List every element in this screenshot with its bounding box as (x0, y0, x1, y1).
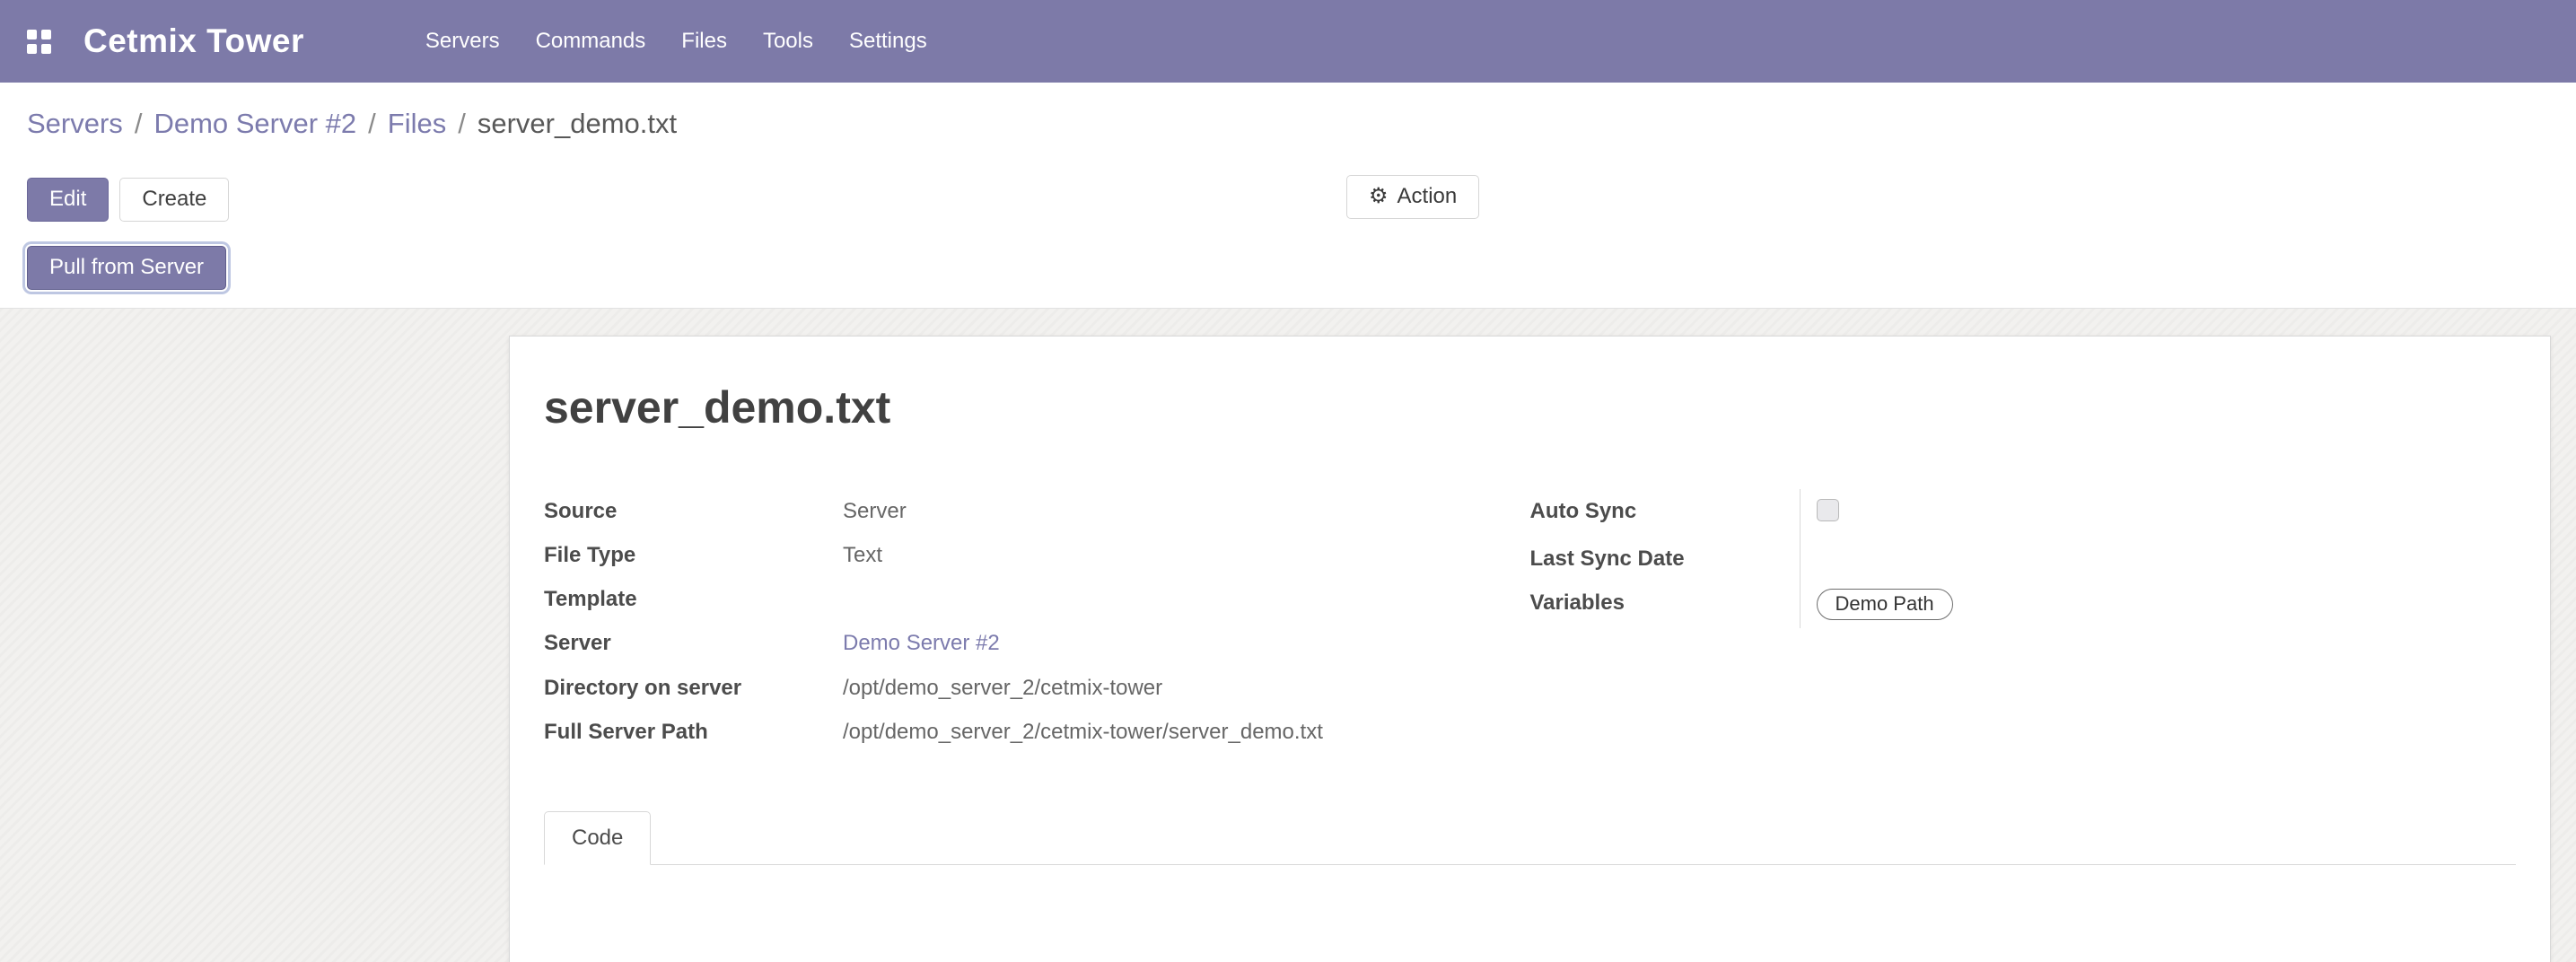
breadcrumb-row: Servers / Demo Server #2 / Files / serve… (0, 83, 2576, 164)
breadcrumb-separator: / (458, 108, 466, 140)
apps-grid-icon[interactable] (27, 30, 51, 54)
field-label-template: Template (544, 577, 827, 621)
field-value-full-path: /opt/demo_server_2/cetmix-tower/server_d… (827, 710, 1530, 754)
field-value-directory: /opt/demo_server_2/cetmix-tower (827, 666, 1530, 710)
right-field-group: Auto Sync Last Sync Date Variables Demo … (1530, 489, 2517, 628)
app-brand[interactable]: Cetmix Tower (83, 22, 304, 60)
left-field-group: Source Server File Type Text Template Se… (544, 489, 1530, 754)
pull-from-server-button[interactable]: Pull from Server (27, 246, 226, 290)
control-panel: Servers / Demo Server #2 / Files / serve… (0, 83, 2576, 309)
tab-list: Code (544, 811, 2516, 865)
field-value-template (827, 577, 1530, 621)
field-label-directory: Directory on server (544, 666, 827, 710)
field-value-last-sync (1800, 537, 2517, 581)
field-label-auto-sync: Auto Sync (1530, 489, 1800, 537)
breadcrumb-separator: / (135, 108, 143, 140)
tab-code-content (544, 865, 2516, 962)
create-button[interactable]: Create (119, 178, 229, 222)
breadcrumb-files[interactable]: Files (388, 108, 446, 140)
record-title: server_demo.txt (544, 381, 2516, 433)
server-link[interactable]: Demo Server #2 (843, 631, 1000, 655)
field-value-variables: Demo Path (1800, 581, 2517, 628)
action-label: Action (1398, 184, 1458, 210)
form-view-background: server_demo.txt Source Server File Type … (0, 309, 2576, 962)
breadcrumb-demo-server[interactable]: Demo Server #2 (153, 108, 356, 140)
breadcrumb-current-file: server_demo.txt (478, 108, 677, 140)
field-value-auto-sync (1800, 489, 2517, 537)
tab-code[interactable]: Code (544, 811, 651, 865)
top-navbar: Cetmix Tower Servers Commands Files Tool… (0, 0, 2576, 83)
breadcrumb: Servers / Demo Server #2 / Files / serve… (27, 108, 677, 140)
field-value-server: Demo Server #2 (827, 621, 1530, 665)
menu-settings[interactable]: Settings (831, 0, 945, 83)
main-menu: Servers Commands Files Tools Settings (407, 0, 945, 83)
auto-sync-checkbox[interactable] (1817, 499, 1839, 521)
buttons-row: Edit Create ⚙ Action (0, 164, 2576, 235)
field-label-full-path: Full Server Path (544, 710, 827, 754)
field-label-last-sync: Last Sync Date (1530, 537, 1800, 581)
field-label-variables: Variables (1530, 581, 1800, 628)
apps-grid-square (41, 44, 51, 54)
menu-commands[interactable]: Commands (518, 0, 664, 83)
header-actions-row: Pull from Server (0, 235, 2576, 308)
apps-grid-square (27, 30, 37, 39)
field-label-source: Source (544, 489, 827, 533)
form-sheet: server_demo.txt Source Server File Type … (509, 336, 2551, 962)
menu-servers[interactable]: Servers (407, 0, 518, 83)
field-label-file-type: File Type (544, 533, 827, 577)
apps-grid-square (41, 30, 51, 39)
notebook: Code (544, 811, 2516, 962)
menu-files[interactable]: Files (663, 0, 745, 83)
breadcrumb-separator: / (368, 108, 376, 140)
field-label-server: Server (544, 621, 827, 665)
field-value-source: Server (827, 489, 1530, 533)
field-value-file-type: Text (827, 533, 1530, 577)
field-groups: Source Server File Type Text Template Se… (544, 489, 2516, 754)
apps-grid-square (27, 44, 37, 54)
variable-tag-demo-path[interactable]: Demo Path (1817, 589, 1953, 620)
action-dropdown-button[interactable]: ⚙ Action (1346, 175, 1479, 219)
menu-tools[interactable]: Tools (745, 0, 831, 83)
gear-icon: ⚙ (1369, 184, 1389, 210)
edit-button[interactable]: Edit (27, 178, 109, 222)
breadcrumb-servers[interactable]: Servers (27, 108, 123, 140)
